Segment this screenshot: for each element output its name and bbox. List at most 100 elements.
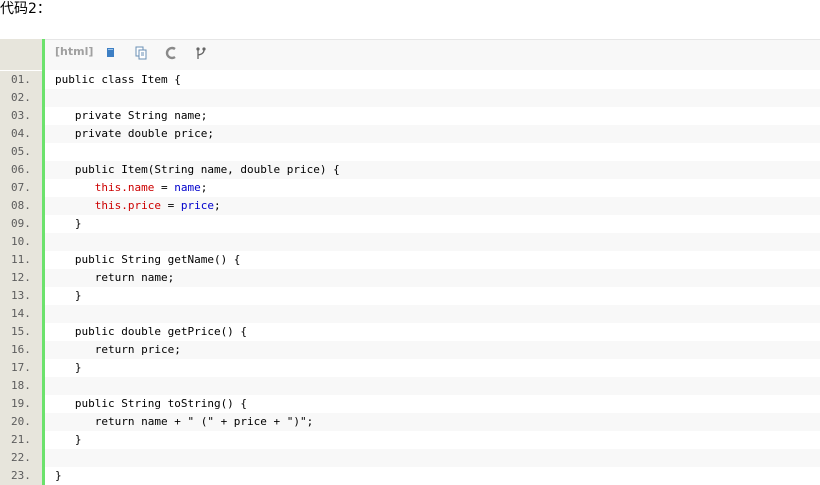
- line-number: 05.: [0, 143, 42, 161]
- code-line: 04. private double price;: [0, 125, 820, 143]
- code-line: 10.: [0, 233, 820, 251]
- code-line: 21. }: [0, 431, 820, 449]
- keyword-token: this.price: [94, 199, 161, 212]
- line-number: 06.: [0, 161, 42, 179]
- code-lines: 01. public class Item { 02. 03. private Str…: [0, 71, 820, 485]
- code-text: [45, 377, 820, 395]
- code-line: 12. return name;: [0, 269, 820, 287]
- line-number: 07.: [0, 179, 42, 197]
- code-text: [45, 449, 820, 467]
- code-line: 11. public String getName() {: [0, 251, 820, 269]
- line-number: 10.: [0, 233, 42, 251]
- code-text: this.name = name;: [45, 179, 820, 197]
- code-token: public double getPrice() {: [55, 325, 248, 338]
- code-line: 08. this.price = price;: [0, 197, 820, 215]
- line-number: 02.: [0, 89, 42, 107]
- line-number: 18.: [0, 377, 42, 395]
- code-token: }: [55, 361, 82, 374]
- line-number: 13.: [0, 287, 42, 305]
- code-text: }: [45, 359, 820, 377]
- code-text: this.price = price;: [45, 197, 820, 215]
- code-text: public double getPrice() {: [45, 323, 820, 341]
- code-text: return price;: [45, 341, 820, 359]
- line-number: 21.: [0, 431, 42, 449]
- code-token: private double price;: [55, 127, 214, 140]
- code-text: [45, 233, 820, 251]
- code-text: }: [45, 467, 820, 485]
- print-icon[interactable]: [163, 45, 179, 61]
- code-line: 13. }: [0, 287, 820, 305]
- line-number: 12.: [0, 269, 42, 287]
- line-number: 22.: [0, 449, 42, 467]
- code-text: public String getName() {: [45, 251, 820, 269]
- code-line: 05.: [0, 143, 820, 161]
- code-token: return price;: [55, 343, 181, 356]
- code-line: 06. public Item(String name, double pric…: [0, 161, 820, 179]
- code-token: public String getName() {: [55, 253, 241, 266]
- code-line: 07. this.name = name;: [0, 179, 820, 197]
- code-text: public Item(String name, double price) {: [45, 161, 820, 179]
- code-text: [45, 305, 820, 323]
- line-number: 15.: [0, 323, 42, 341]
- section-heading: 代码2：: [0, 1, 51, 17]
- line-number: 09.: [0, 215, 42, 233]
- code-line: 09. }: [0, 215, 820, 233]
- code-token: }: [55, 289, 82, 302]
- code-token: =: [154, 181, 175, 194]
- code-text: private double price;: [45, 125, 820, 143]
- code-line: 19. public String toString() {: [0, 395, 820, 413]
- line-number: 17.: [0, 359, 42, 377]
- line-number: 16.: [0, 341, 42, 359]
- code-text: return name + " (" + price + ")";: [45, 413, 820, 431]
- line-number: 04.: [0, 125, 42, 143]
- line-number: 11.: [0, 251, 42, 269]
- code-text: public class Item {: [45, 71, 820, 89]
- code-line: 01. public class Item {: [0, 71, 820, 89]
- code-line: 14.: [0, 305, 820, 323]
- code-token: =: [160, 199, 181, 212]
- code-text: [45, 89, 820, 107]
- code-token: public class Item {: [55, 73, 181, 86]
- language-label[interactable]: [html]: [55, 45, 93, 58]
- line-number: 23.: [0, 467, 42, 485]
- line-number: 14.: [0, 305, 42, 323]
- code-token: }: [55, 217, 82, 230]
- variable-token: price: [180, 199, 214, 212]
- code-line: 22.: [0, 449, 820, 467]
- code-text: private String name;: [45, 107, 820, 125]
- view-source-icon[interactable]: [103, 45, 119, 61]
- code-token: }: [55, 433, 82, 446]
- code-line: 18.: [0, 377, 820, 395]
- code-token: private String name;: [55, 109, 208, 122]
- code-token: public String toString() {: [55, 397, 248, 410]
- line-number: 01.: [0, 71, 42, 89]
- code-line: 23.}: [0, 467, 820, 485]
- code-line: 16. return price;: [0, 341, 820, 359]
- line-number: 03.: [0, 107, 42, 125]
- code-token: }: [55, 469, 62, 482]
- code-token: ;: [200, 181, 208, 194]
- line-number: 19.: [0, 395, 42, 413]
- line-number: 20.: [0, 413, 42, 431]
- code-token: public Item(String name, double price) {: [55, 163, 340, 176]
- code-line: 03. private String name;: [0, 107, 820, 125]
- code-line: 17. }: [0, 359, 820, 377]
- code-text: }: [45, 287, 820, 305]
- copy-icon[interactable]: [133, 45, 149, 61]
- code-block: [html] 01. public class Item {02. 03. p…: [0, 39, 820, 485]
- code-token: ;: [213, 199, 221, 212]
- code-toolbar: [html]: [45, 39, 820, 70]
- code-text: }: [45, 215, 820, 233]
- code-line: 15. public double getPrice() {: [0, 323, 820, 341]
- keyword-token: this.name: [94, 181, 155, 194]
- variable-token: name: [174, 181, 201, 194]
- gutter-header: [0, 39, 42, 70]
- fork-icon[interactable]: [193, 45, 209, 61]
- line-number: 08.: [0, 197, 42, 215]
- code-text: return name;: [45, 269, 820, 287]
- code-token: return name;: [55, 271, 175, 284]
- code-line: 02.: [0, 89, 820, 107]
